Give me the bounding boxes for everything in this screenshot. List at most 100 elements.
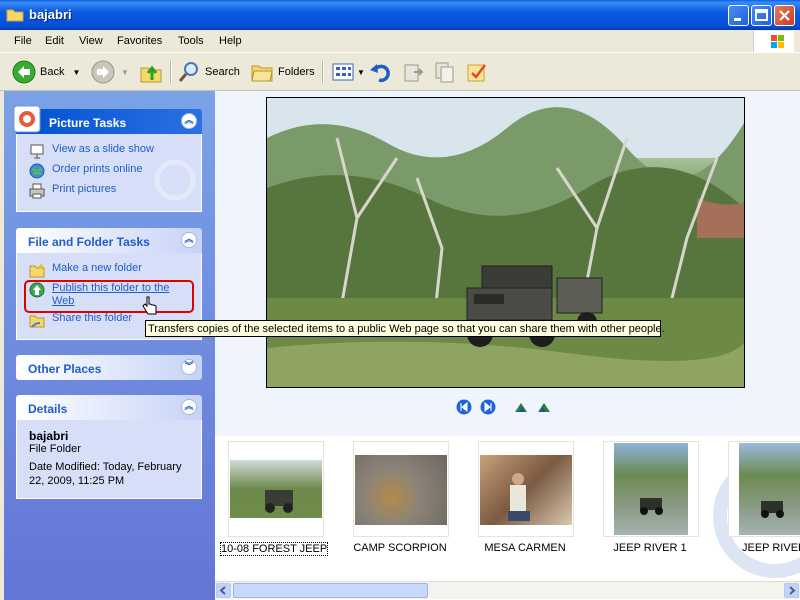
views-button[interactable]: ▼ — [331, 59, 365, 85]
thumbnail-label[interactable]: 10-08 FOREST JEEP — [220, 542, 328, 556]
delete-button[interactable] — [465, 59, 489, 85]
task-make-folder[interactable]: Make a new folder — [29, 262, 142, 278]
share-folder-icon — [29, 315, 45, 328]
scroll-right-button[interactable] — [784, 583, 799, 598]
previous-image-button[interactable] — [456, 399, 472, 415]
expand-chevron-icon[interactable]: ︾ — [181, 359, 197, 375]
close-icon — [779, 10, 790, 21]
task-order-prints[interactable]: Order prints online — [29, 163, 143, 179]
thumbnail-image — [230, 460, 322, 518]
task-slide-show[interactable]: View as a slide show — [29, 143, 154, 159]
up-folder-button[interactable] — [139, 59, 163, 85]
preview-image — [266, 97, 745, 388]
folders-icon — [251, 65, 273, 82]
other-places-panel: Other Places ︾ — [16, 355, 202, 380]
thumbnail-label[interactable]: JEEP RIVER 1 — [595, 542, 705, 554]
other-places-header[interactable]: Other Places ︾ — [16, 355, 202, 380]
undo-button[interactable] — [369, 59, 393, 85]
collapse-chevron-icon[interactable]: ︽ — [181, 232, 197, 248]
thumbnail-label[interactable]: JEEP RIVER — [728, 542, 800, 554]
filmstrip: 10-08 FOREST JEEP CAMP SCORPION MESA CAR… — [215, 436, 800, 581]
camera-watermark-icon — [154, 159, 196, 201]
rotate-counterclockwise-button[interactable] — [536, 399, 552, 415]
thumbnail[interactable] — [478, 441, 574, 537]
title-bar[interactable]: bajabri — [0, 0, 800, 30]
window-title: bajabri — [29, 7, 72, 22]
back-button[interactable]: Back ▼ — [12, 59, 80, 85]
search-button[interactable]: Search — [177, 59, 240, 85]
thumbnail-image — [480, 455, 572, 525]
publish-highlight-box — [24, 280, 194, 313]
windows-flag-icon — [771, 35, 784, 48]
task-order-prints-label: Order prints online — [52, 163, 143, 175]
menu-edit[interactable]: Edit — [45, 35, 64, 47]
collapse-chevron-icon[interactable]: ︽ — [181, 113, 197, 129]
picture-tasks-header[interactable]: Picture Tasks ︽ — [13, 105, 202, 134]
picture-tasks-panel: Picture Tasks ︽ View as a slide show Ord… — [13, 105, 202, 212]
task-print-pictures[interactable]: Print pictures — [29, 183, 116, 199]
maximize-button[interactable] — [751, 5, 772, 26]
preview-area — [215, 91, 800, 436]
minimize-icon — [734, 18, 741, 21]
forward-arrow-icon — [91, 60, 115, 84]
copy-to-button[interactable] — [434, 59, 458, 85]
globe-icon — [29, 163, 45, 179]
file-folder-tasks-title: File and Folder Tasks — [28, 235, 150, 249]
menu-favorites[interactable]: Favorites — [117, 35, 162, 47]
move-to-button[interactable] — [402, 59, 426, 85]
scroll-left-button[interactable] — [216, 583, 231, 598]
details-title: Details — [28, 402, 68, 416]
minimize-button[interactable] — [728, 5, 749, 26]
thumbnail[interactable] — [728, 441, 800, 537]
forward-dropdown-icon[interactable]: ▼ — [121, 68, 129, 77]
move-to-icon — [404, 64, 424, 82]
search-icon — [178, 62, 198, 82]
menu-view[interactable]: View — [79, 35, 103, 47]
task-share-folder[interactable]: Share this folder — [29, 312, 132, 328]
task-share-folder-label: Share this folder — [52, 312, 133, 324]
new-folder-icon — [29, 263, 45, 278]
picture-tasks-icon — [13, 105, 41, 133]
scrollbar-thumb[interactable] — [233, 583, 428, 598]
folders-button[interactable]: Folders — [250, 59, 315, 85]
thumbnail-image — [355, 455, 447, 525]
next-image-button[interactable] — [480, 399, 496, 415]
collapse-chevron-icon[interactable]: ︽ — [181, 399, 197, 415]
windows-logo — [753, 31, 794, 52]
menu-file[interactable]: File — [14, 35, 32, 47]
scroll-left-icon — [219, 586, 226, 595]
task-slide-show-label: View as a slide show — [52, 143, 154, 155]
horizontal-scrollbar[interactable] — [215, 581, 800, 599]
thumbnail-image — [739, 443, 800, 535]
rotate-clockwise-button[interactable] — [513, 399, 529, 415]
file-folder-tasks-header[interactable]: File and Folder Tasks ︽ — [16, 228, 202, 253]
publish-tooltip: Transfers copies of the selected items t… — [145, 320, 665, 337]
folders-label: Folders — [278, 66, 315, 78]
forward-button[interactable]: ▼ — [91, 59, 129, 85]
menu-tools[interactable]: Tools — [178, 35, 204, 47]
printer-icon — [29, 183, 45, 199]
views-icon — [332, 63, 354, 81]
details-name: bajabri — [29, 429, 69, 443]
hand-cursor-icon — [142, 296, 157, 315]
back-arrow-icon — [12, 60, 36, 84]
views-dropdown-icon[interactable]: ▼ — [357, 68, 365, 77]
picture-tasks-title: Picture Tasks — [49, 116, 127, 130]
menu-help[interactable]: Help — [219, 35, 242, 47]
thumbnail[interactable] — [353, 441, 449, 537]
back-label: Back — [40, 66, 65, 78]
details-panel: Details ︽ bajabri File Folder Date Modif… — [16, 395, 202, 499]
task-pane: Picture Tasks ︽ View as a slide show Ord… — [4, 91, 215, 600]
maximize-icon — [755, 9, 768, 21]
undo-icon — [370, 64, 390, 83]
thumbnail[interactable] — [603, 441, 699, 537]
back-dropdown-icon[interactable]: ▼ — [72, 68, 80, 77]
thumbnail-label[interactable]: CAMP SCORPION — [345, 542, 455, 554]
thumbnail-label[interactable]: MESA CARMEN — [470, 542, 580, 554]
thumbnail[interactable] — [228, 441, 324, 537]
details-header[interactable]: Details ︽ — [16, 395, 202, 420]
thumbnail-image — [614, 443, 688, 535]
toolbar: Back ▼ ▼ Search Folders ▼ — [0, 53, 800, 91]
slideshow-icon — [30, 144, 44, 159]
close-button[interactable] — [774, 5, 795, 26]
